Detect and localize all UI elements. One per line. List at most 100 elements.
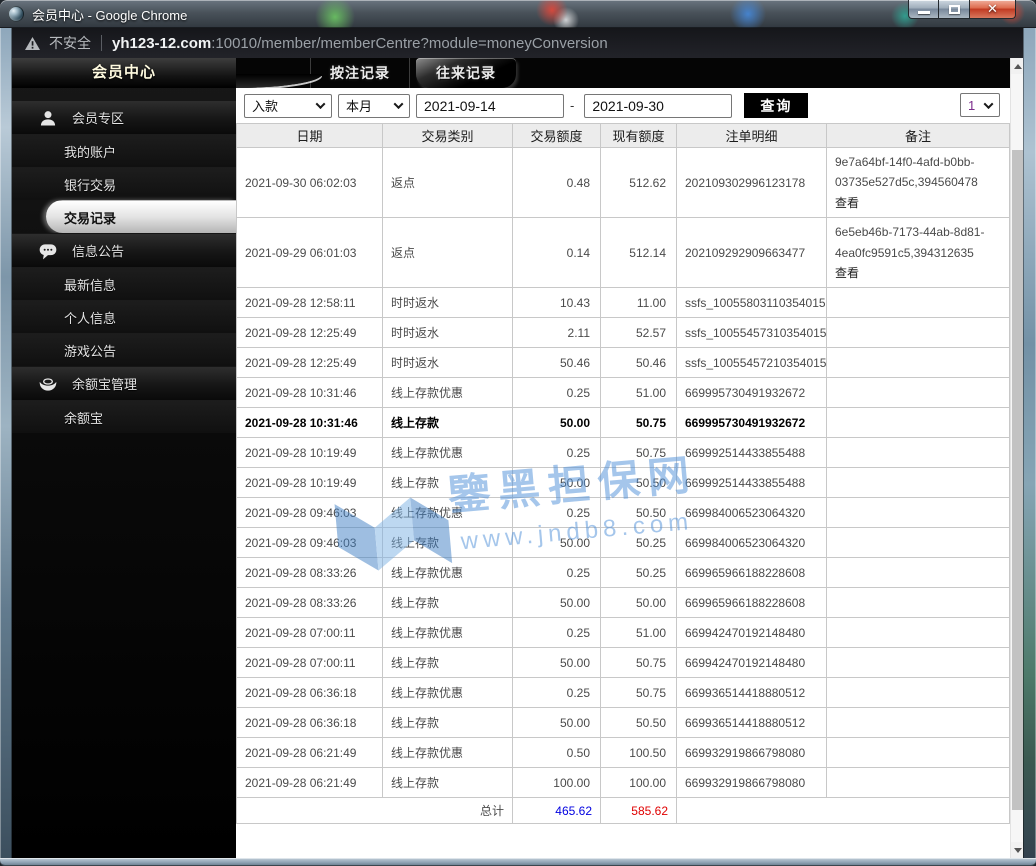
sidebar-item-label: 信息公告: [72, 244, 125, 259]
tabs-bar: 按注记录 往来记录: [236, 58, 1010, 88]
sidebar-item-6[interactable]: 个人信息: [12, 300, 236, 333]
cell-detail: 669995730491932672: [676, 377, 827, 409]
cell-category: 线上存款优惠: [382, 437, 513, 469]
cell-detail: 202109302996123178: [676, 146, 827, 219]
sidebar-item-0[interactable]: 会员专区: [12, 100, 236, 134]
window-border-bottom: [0, 858, 1036, 866]
sidebar-item-2[interactable]: 银行交易: [12, 167, 236, 200]
cell-balance: 51.00: [600, 617, 677, 649]
window-border-left: [0, 28, 12, 858]
scrollbar-thumb[interactable]: [1012, 150, 1023, 810]
sidebar-item-3-active[interactable]: 交易记录: [46, 200, 236, 233]
cell-category: 线上存款优惠: [382, 737, 513, 769]
cell-amount: 50.00: [512, 467, 601, 499]
cell-category: 时时返水: [382, 287, 513, 319]
cell-amount: 100.00: [512, 767, 601, 799]
cell-detail: 202109292909663477: [676, 217, 827, 289]
cell-remark: [826, 527, 1010, 559]
main-panel: 按注记录 往来记录 入款 本月 - 查询 1: [236, 58, 1010, 858]
table-total-row: 总计 465.62 585.62: [236, 797, 1010, 825]
sidebar-item-9[interactable]: 余额宝: [12, 400, 236, 433]
transaction-type-select[interactable]: 入款: [244, 93, 332, 118]
cell-date: 2021-09-28 09:46:03: [236, 527, 383, 559]
chevron-down-icon: [315, 99, 326, 110]
cell-remark: [826, 647, 1010, 679]
period-select[interactable]: 本月: [338, 93, 410, 118]
date-from-input[interactable]: [416, 93, 564, 118]
total-empty-cell: [676, 797, 1010, 825]
cell-date: 2021-09-30 06:02:03: [236, 146, 383, 219]
tab-transaction-records[interactable]: 往来记录: [416, 58, 516, 88]
remark-text: 9e7a64bf-14f0-4afd-b0bb-03735e527d5c,394…: [835, 155, 978, 190]
page-select[interactable]: 1: [960, 93, 1000, 117]
window-title: 会员中心 - Google Chrome: [32, 7, 188, 23]
vertical-scrollbar[interactable]: [1010, 58, 1023, 858]
column-header-5: 备注: [826, 123, 1010, 148]
cell-detail: 669965966188228608: [676, 557, 827, 589]
cell-amount: 50.00: [512, 707, 601, 739]
security-label: 不安全: [49, 35, 91, 51]
scrollbar-up-button[interactable]: [1011, 58, 1023, 74]
sidebar-item-5[interactable]: 最新信息: [12, 267, 236, 300]
url-separator: [101, 35, 102, 51]
view-details-link[interactable]: 查看: [835, 193, 1001, 213]
cell-remark: [826, 317, 1010, 349]
cell-category: 线上存款: [382, 527, 513, 559]
table-row: 2021-09-28 06:21:49 线上存款 100.00 100.00 66993…: [236, 767, 1010, 799]
cell-category: 线上存款优惠: [382, 557, 513, 589]
table-row: 2021-09-28 09:46:03 线上存款优惠 0.25 50.50 669984…: [236, 497, 1010, 529]
table-row: 2021-09-30 06:02:03 返点 0.48 512.62 202109302…: [236, 146, 1010, 219]
cell-amount: 50.00: [512, 527, 601, 559]
cell-category: 线上存款优惠: [382, 377, 513, 409]
cell-detail: ssfs_100554573103540151: [676, 317, 827, 349]
cell-balance: 50.25: [600, 527, 677, 559]
cell-detail: 669932919866798080: [676, 737, 827, 769]
cell-category: 线上存款: [382, 707, 513, 739]
chevron-down-icon: [393, 99, 404, 110]
cell-amount: 0.25: [512, 617, 601, 649]
cell-detail: 669965966188228608: [676, 587, 827, 619]
message-icon: [38, 241, 58, 261]
window-titlebar[interactable]: 会员中心 - Google Chrome ✕: [0, 0, 1036, 28]
table-row: 2021-09-28 12:25:49 时时返水 2.11 52.57 ssfs_100…: [236, 317, 1010, 349]
maximize-button[interactable]: [939, 0, 970, 19]
cell-category: 返点: [382, 217, 513, 289]
cell-remark: [826, 707, 1010, 739]
cell-category: 线上存款: [382, 467, 513, 499]
table-row: 2021-09-28 06:36:18 线上存款 50.00 50.50 6699365…: [236, 707, 1010, 739]
cell-amount: 50.00: [512, 587, 601, 619]
sidebar-item-8[interactable]: 余额宝管理: [12, 366, 236, 400]
url-host: yh123-12.com: [112, 34, 212, 52]
sidebar-item-label: 余额宝: [64, 410, 104, 426]
cell-category: 线上存款: [382, 767, 513, 799]
view-details-link[interactable]: 查看: [835, 263, 1001, 283]
cell-category: 线上存款优惠: [382, 617, 513, 649]
table-row: 2021-09-28 06:21:49 线上存款优惠 0.50 100.50 66993…: [236, 737, 1010, 769]
sidebar-item-4[interactable]: 信息公告: [12, 233, 236, 267]
column-header-2: 交易额度: [512, 123, 601, 148]
cell-amount: 10.43: [512, 287, 601, 319]
sidebar-item-1[interactable]: 我的账户: [12, 134, 236, 167]
scrollbar-down-button[interactable]: [1011, 842, 1023, 858]
cell-detail: 669936514418880512: [676, 707, 827, 739]
tab-betting-records[interactable]: 按注记录: [310, 58, 410, 88]
cell-date: 2021-09-29 06:01:03: [236, 217, 383, 289]
cell-date: 2021-09-28 06:21:49: [236, 737, 383, 769]
date-to-input[interactable]: [584, 93, 733, 118]
user-icon: [38, 108, 58, 128]
address-bar[interactable]: 不安全 yh123-12.com :10010/member/memberCen…: [12, 28, 1023, 58]
sidebar-item-7[interactable]: 游戏公告: [12, 333, 236, 366]
search-button[interactable]: 查询: [744, 93, 809, 118]
scroll-down-icon: [1013, 847, 1022, 853]
close-button[interactable]: ✕: [970, 0, 1016, 19]
cell-amount: 50.00: [512, 407, 601, 439]
sidebar-item-label: 游戏公告: [64, 343, 117, 359]
cell-date: 2021-09-28 06:36:18: [236, 677, 383, 709]
cell-amount: 50.00: [512, 647, 601, 679]
table-row: 2021-09-28 06:36:18 线上存款优惠 0.25 50.75 669936…: [236, 677, 1010, 709]
cell-category: 线上存款: [382, 587, 513, 619]
browser-viewport: 会员中心 会员专区 我的账户 银行交易 交易记录 信息公告 最新信息 个人信息 游戏公告 余额宝…: [12, 58, 1023, 858]
cell-detail: ssfs_100554572103540151: [676, 347, 827, 379]
column-header-1: 交易类别: [382, 123, 513, 148]
minimize-button[interactable]: [908, 0, 939, 19]
